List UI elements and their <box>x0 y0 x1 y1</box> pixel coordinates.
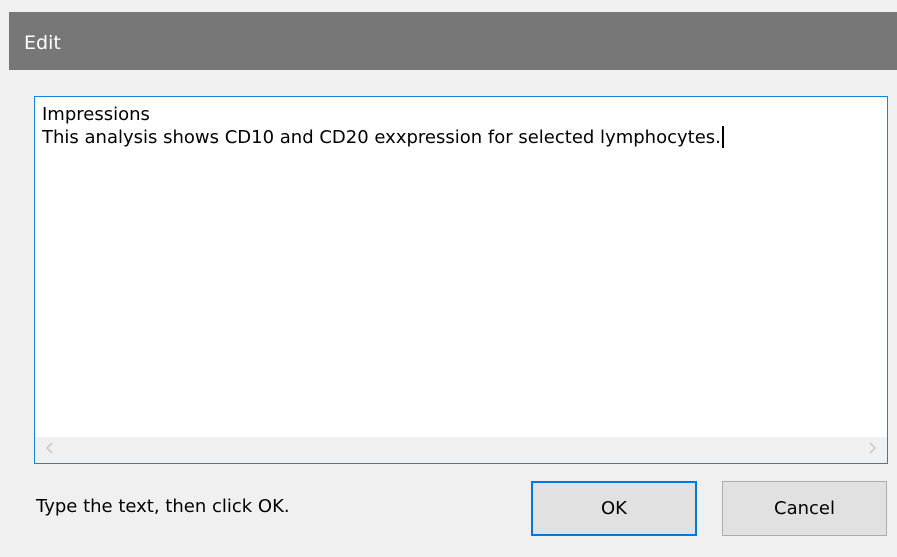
cancel-button[interactable]: Cancel <box>722 481 887 536</box>
chevron-right-icon[interactable] <box>859 437 885 463</box>
chevron-left-icon[interactable] <box>37 437 63 463</box>
text-line-2: This analysis shows CD10 and CD20 exxpre… <box>42 127 721 148</box>
title-bar[interactable]: Edit <box>9 12 897 70</box>
instruction-text: Type the text, then click OK. <box>36 496 290 517</box>
scroll-track[interactable] <box>65 437 857 463</box>
text-line-1: Impressions <box>42 104 150 125</box>
edit-dialog: Edit Impressions This analysis shows CD1… <box>0 0 897 557</box>
ok-button[interactable]: OK <box>531 481 697 536</box>
text-editor-content[interactable]: Impressions This analysis shows CD10 and… <box>42 103 881 437</box>
horizontal-scrollbar[interactable] <box>35 437 887 463</box>
dialog-content: Impressions This analysis shows CD10 and… <box>9 70 897 557</box>
text-editor[interactable]: Impressions This analysis shows CD10 and… <box>34 96 888 464</box>
text-caret <box>721 126 724 148</box>
window-title: Edit <box>24 32 61 54</box>
